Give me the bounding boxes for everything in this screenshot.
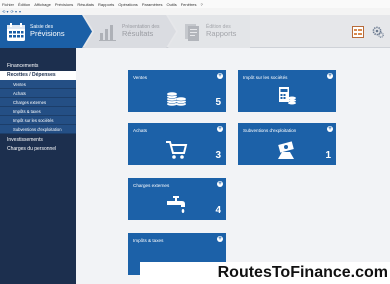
sidebar-subitem-achats[interactable]: Achats: [0, 89, 76, 98]
menu-fichier[interactable]: Fichier: [2, 2, 14, 7]
undo-icon[interactable]: ⟲ ▾: [2, 9, 8, 14]
calculator-icon: [279, 87, 296, 105]
tile-title: Achats: [133, 128, 148, 133]
bar-chart-icon: [99, 24, 116, 41]
tap-icon: [167, 196, 185, 213]
tile-impot-societes[interactable]: Impôt sur les sociétés +: [238, 70, 336, 112]
add-achats-button[interactable]: +: [217, 126, 223, 132]
step-line2: Prévisions: [30, 29, 65, 39]
sidebar-subitem-impots-taxes[interactable]: Impôts & taxes: [0, 107, 76, 116]
tile-title: Charges externes: [133, 183, 170, 188]
tile-count: 3: [215, 150, 221, 161]
sidebar-item-charges-personnel[interactable]: Charges du personnel: [0, 145, 76, 153]
menu-help[interactable]: ?: [201, 2, 203, 7]
calendar-icon: [7, 22, 25, 41]
watermark-banner: RoutesToFinance.com: [140, 262, 390, 284]
report-grid-icon[interactable]: [352, 26, 364, 38]
settings-gears-icon[interactable]: [372, 26, 384, 38]
tile-achats[interactable]: Achats + 3: [128, 123, 226, 165]
add-charges-externes-button[interactable]: +: [217, 181, 223, 187]
menu-affichage[interactable]: Affichage: [34, 2, 51, 7]
tile-count: 5: [215, 97, 221, 108]
add-impot-societes-button[interactable]: +: [327, 73, 333, 79]
menu-outils[interactable]: Outils: [167, 2, 177, 7]
menu-fenetres[interactable]: Fenêtres: [181, 2, 197, 7]
step-edition-rapports[interactable]: Édition des Rapports: [168, 15, 250, 48]
tile-title: Impôts & taxes: [133, 238, 164, 243]
step-saisie-previsions[interactable]: Saisie des Prévisions: [0, 15, 92, 48]
document-icon: [185, 23, 199, 41]
menu-previsions[interactable]: Prévisions: [55, 2, 73, 7]
add-impots-taxes-button[interactable]: +: [217, 236, 223, 242]
step-presentation-resultats[interactable]: Présentation des Résultats: [84, 15, 176, 48]
sidebar: Financements Recettes / Dépenses Ventes …: [0, 48, 76, 284]
toolbar-dropdown-icon[interactable]: ▾: [19, 9, 21, 14]
tile-charges-externes[interactable]: Charges externes + 4: [128, 178, 226, 220]
tile-count: 1: [325, 150, 331, 161]
menu-edition[interactable]: Édition: [18, 2, 30, 7]
tile-title: Subventions d'exploitation: [243, 128, 297, 133]
main-content: Ventes + 5 Impôt sur les sociétés + Acha: [76, 48, 390, 284]
coins-icon: [166, 92, 187, 106]
tile-count: 4: [215, 205, 221, 216]
menu-resultats[interactable]: Résultats: [77, 2, 94, 7]
cart-icon: [166, 141, 188, 159]
tile-title: Ventes: [133, 75, 148, 80]
add-ventes-button[interactable]: +: [217, 73, 223, 79]
menu-operations[interactable]: Opérations: [118, 2, 138, 7]
money-icon: [278, 141, 294, 159]
menu-parametres[interactable]: Paramètres: [142, 2, 163, 7]
redo-icon[interactable]: ⟳ ▾: [10, 9, 16, 14]
menu-rapports[interactable]: Rapports: [98, 2, 114, 7]
quick-access-toolbar: ⟲ ▾ ⟳ ▾ ▾: [0, 8, 390, 15]
sidebar-subitem-ventes[interactable]: Ventes: [0, 80, 76, 89]
step-line2: Rapports: [206, 29, 237, 39]
menu-bar: Fichier Édition Affichage Prévisions Rés…: [0, 0, 390, 8]
tile-title: Impôt sur les sociétés: [243, 75, 288, 80]
sidebar-subitem-impot-societes[interactable]: Impôt sur les sociétés: [0, 116, 76, 125]
step-line2: Résultats: [122, 29, 154, 39]
tile-subventions[interactable]: Subventions d'exploitation + 1: [238, 123, 336, 165]
sidebar-subitem-subventions[interactable]: Subventions d'exploitation: [0, 125, 76, 134]
sidebar-item-recettes-depenses[interactable]: Recettes / Dépenses: [0, 71, 76, 80]
tile-ventes[interactable]: Ventes + 5: [128, 70, 226, 112]
ribbon: Saisie des Prévisions Présentation des R…: [0, 15, 390, 48]
sidebar-item-investissements[interactable]: Investissements: [0, 136, 76, 144]
sidebar-subitem-charges-externes[interactable]: Charges externes: [0, 98, 76, 107]
add-subventions-button[interactable]: +: [327, 126, 333, 132]
sidebar-item-financements[interactable]: Financements: [0, 62, 76, 70]
